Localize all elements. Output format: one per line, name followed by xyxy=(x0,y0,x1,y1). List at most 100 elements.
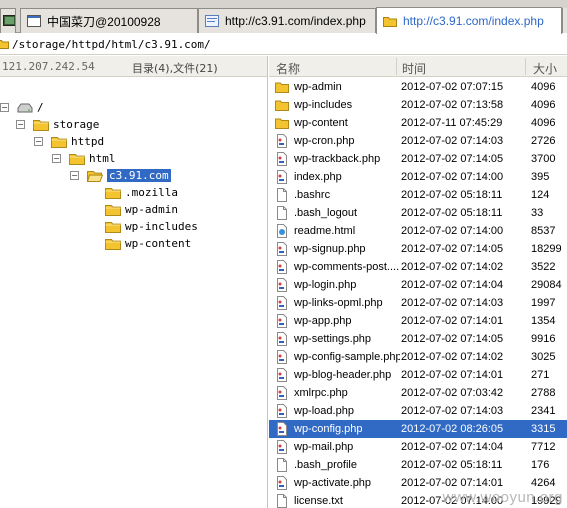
folder-icon xyxy=(0,40,9,49)
folder-icon xyxy=(105,237,121,250)
column-divider[interactable] xyxy=(396,58,397,75)
column-divider[interactable] xyxy=(525,58,526,75)
file-row[interactable]: wp-mail.php 2012-07-02 07:14:04 7712 xyxy=(269,438,567,456)
tab-overflow[interactable] xyxy=(562,8,567,33)
tree-header: 121.207.242.54 目录(4),文件(21) xyxy=(0,56,267,77)
php-file-icon xyxy=(275,368,289,382)
folder-icon xyxy=(105,203,121,216)
file-list-pane: 名称 时间 大小 wp-admin 2012-07-02 07:07:15 4096… xyxy=(269,56,567,508)
file-time: 2012-07-02 07:14:05 xyxy=(401,153,504,165)
file-icon xyxy=(275,458,289,472)
file-name: wp-mail.php xyxy=(294,441,354,453)
file-time: 2012-07-02 07:14:05 xyxy=(401,243,504,255)
file-size: 33 xyxy=(531,207,544,219)
tree-node-label: httpd xyxy=(71,135,105,148)
tree-node-label: c3.91.com xyxy=(107,169,171,182)
php-file-icon xyxy=(275,134,289,148)
file-row[interactable]: wp-content 2012-07-11 07:45:29 4096 xyxy=(269,114,567,132)
file-size: 4096 xyxy=(531,117,556,129)
tab-bar: 中国菜刀@20100928 http://c3.91.com/index.php… xyxy=(0,0,567,34)
file-time: 2012-07-02 07:07:15 xyxy=(401,81,504,93)
path-bar[interactable]: /storage/httpd/html/c3.91.com/ xyxy=(0,34,567,55)
tree-node[interactable]: − httpd xyxy=(34,133,104,150)
file-row[interactable]: xmlrpc.php 2012-07-02 07:03:42 2788 xyxy=(269,384,567,402)
tree-node[interactable]: wp-admin xyxy=(105,201,178,218)
file-row[interactable]: wp-signup.php 2012-07-02 07:14:05 18299 xyxy=(269,240,567,258)
file-name: wp-config-sample.php xyxy=(294,351,400,363)
file-row[interactable]: readme.html 2012-07-02 07:14:00 8537 xyxy=(269,222,567,240)
terminal-icon xyxy=(3,15,15,26)
php-file-icon xyxy=(275,440,289,454)
php-file-icon xyxy=(275,260,289,274)
file-row[interactable]: wp-settings.php 2012-07-02 07:14:05 9916 xyxy=(269,330,567,348)
file-time: 2012-07-02 07:14:02 xyxy=(401,351,504,363)
tab-filemanager[interactable]: http://c3.91.com/index.php xyxy=(376,7,562,34)
tab-terminal[interactable] xyxy=(0,8,16,33)
collapse-toggle-icon[interactable]: − xyxy=(16,120,25,129)
file-name: wp-content xyxy=(294,117,348,129)
file-row[interactable]: index.php 2012-07-02 07:14:00 395 xyxy=(269,168,567,186)
file-row[interactable]: wp-app.php 2012-07-02 07:14:01 1354 xyxy=(269,312,567,330)
tab-page[interactable]: http://c3.91.com/index.php xyxy=(198,8,376,33)
collapse-toggle-icon[interactable]: − xyxy=(34,137,43,146)
file-time: 2012-07-02 07:14:02 xyxy=(401,261,504,273)
tree-node-label: wp-admin xyxy=(125,203,178,216)
file-time: 2012-07-02 07:14:04 xyxy=(401,441,504,453)
file-row[interactable]: .bash_profile 2012-07-02 05:18:11 176 xyxy=(269,456,567,474)
php-file-icon xyxy=(275,422,289,436)
file-name: wp-activate.php xyxy=(294,477,372,489)
file-size: 4096 xyxy=(531,81,556,93)
file-name: wp-app.php xyxy=(294,315,352,327)
tree-node[interactable]: wp-content xyxy=(105,235,191,252)
collapse-toggle-icon[interactable]: − xyxy=(0,103,9,112)
file-time: 2012-07-02 05:18:11 xyxy=(401,207,503,219)
tree-node[interactable]: − html xyxy=(52,150,116,167)
php-file-icon xyxy=(275,314,289,328)
file-size: 1997 xyxy=(531,297,556,309)
file-row[interactable]: wp-links-opml.php 2012-07-02 07:14:03 1997 xyxy=(269,294,567,312)
app-icon xyxy=(27,15,41,27)
collapse-toggle-icon[interactable]: − xyxy=(52,154,61,163)
file-size: 2341 xyxy=(531,405,556,417)
column-header-time[interactable]: 时间 xyxy=(402,60,426,77)
file-row[interactable]: .bash_logout 2012-07-02 05:18:11 33 xyxy=(269,204,567,222)
file-time: 2012-07-02 07:13:58 xyxy=(401,99,504,111)
php-file-icon xyxy=(275,332,289,346)
file-time: 2012-07-02 07:14:01 xyxy=(401,369,504,381)
tree-node[interactable]: .mozilla xyxy=(105,184,178,201)
folder-icon xyxy=(33,118,49,131)
php-file-icon xyxy=(275,278,289,292)
file-icon xyxy=(275,206,289,220)
file-time: 2012-07-02 07:14:01 xyxy=(401,477,504,489)
file-size: 2726 xyxy=(531,135,556,147)
tree-node[interactable]: − / xyxy=(0,99,44,116)
file-time: 2012-07-02 07:03:42 xyxy=(401,387,504,399)
file-row[interactable]: wp-admin 2012-07-02 07:07:15 4096 xyxy=(269,78,567,96)
file-time: 2012-07-02 07:14:00 xyxy=(401,171,504,183)
file-row[interactable]: wp-config.php 2012-07-02 08:26:05 3315 xyxy=(269,420,567,438)
tree-node[interactable]: − storage xyxy=(16,116,99,133)
file-name: wp-settings.php xyxy=(294,333,372,345)
file-name: wp-comments-post.... xyxy=(294,261,400,273)
file-row[interactable]: wp-cron.php 2012-07-02 07:14:03 2726 xyxy=(269,132,567,150)
file-row[interactable]: wp-load.php 2012-07-02 07:14:03 2341 xyxy=(269,402,567,420)
collapse-toggle-icon[interactable]: − xyxy=(70,171,79,180)
tab-app[interactable]: 中国菜刀@20100928 xyxy=(20,8,198,33)
folder-icon xyxy=(69,152,85,165)
file-row[interactable]: wp-includes 2012-07-02 07:13:58 4096 xyxy=(269,96,567,114)
file-row[interactable]: wp-blog-header.php 2012-07-02 07:14:01 271 xyxy=(269,366,567,384)
file-time: 2012-07-02 07:14:05 xyxy=(401,333,504,345)
tree-node-label: wp-content xyxy=(125,237,192,250)
tree-node[interactable]: − c3.91.com xyxy=(70,167,171,184)
file-row[interactable]: wp-login.php 2012-07-02 07:14:04 29084 xyxy=(269,276,567,294)
file-row[interactable]: wp-config-sample.php 2012-07-02 07:14:02 3… xyxy=(269,348,567,366)
file-row[interactable]: .bashrc 2012-07-02 05:18:11 124 xyxy=(269,186,567,204)
file-row[interactable]: wp-trackback.php 2012-07-02 07:14:05 3700 xyxy=(269,150,567,168)
tab-label: http://c3.91.com/index.php xyxy=(225,14,366,28)
column-header-name[interactable]: 名称 xyxy=(276,60,300,77)
column-header-size[interactable]: 大小 xyxy=(533,60,557,77)
file-icon xyxy=(275,494,289,508)
file-size: 3700 xyxy=(531,153,556,165)
file-row[interactable]: wp-comments-post.... 2012-07-02 07:14:02 3… xyxy=(269,258,567,276)
tree-node[interactable]: wp-includes xyxy=(105,218,198,235)
